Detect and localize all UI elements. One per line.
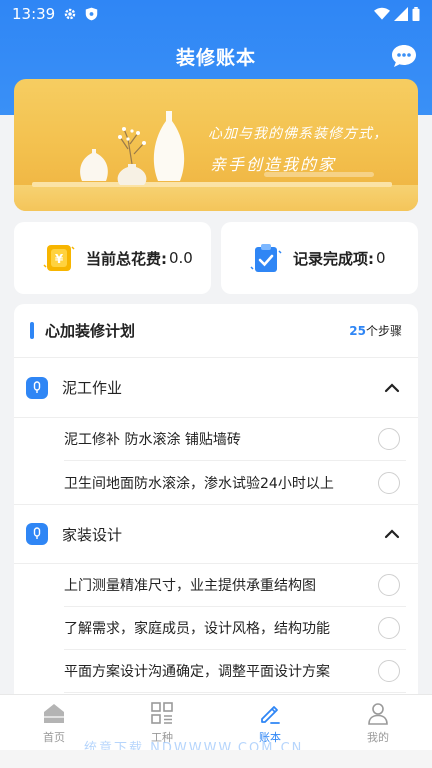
tab-label: 我的: [367, 731, 389, 744]
records-value: 0: [376, 249, 386, 267]
task-text: 泥工修补 防水滚涂 铺贴墙砖: [64, 432, 241, 448]
group-header-masonry[interactable]: 泥工作业: [14, 358, 418, 418]
plan-header: 心加装修计划 25个步骤: [14, 304, 418, 358]
task-checkbox[interactable]: [378, 574, 400, 596]
plan-step-count: 25个步骤: [349, 322, 402, 339]
page-title: 装修账本: [175, 46, 256, 69]
tab-profile[interactable]: 我的: [324, 695, 432, 750]
records-label: 记录完成项:: [293, 249, 374, 268]
task-item[interactable]: 了解需求，家庭成员，设计风格，结构功能: [64, 607, 406, 650]
task-item[interactable]: 平面方案设计沟通确定，调整平面设计方案: [64, 650, 406, 693]
total-spend-label: 当前总花费:: [86, 249, 167, 268]
shield-icon: [86, 7, 98, 21]
status-time: 13:39: [12, 5, 56, 23]
coin-yen-icon: ¥: [43, 245, 75, 271]
group-title: 泥工作业: [62, 379, 123, 397]
chevron-up-icon[interactable]: [384, 526, 400, 542]
task-checkbox[interactable]: [378, 428, 400, 450]
task-checkbox[interactable]: [378, 471, 400, 494]
task-checkbox[interactable]: [378, 617, 400, 639]
clipboard-check-icon: [250, 244, 282, 272]
task-checkbox[interactable]: [378, 660, 400, 682]
microphone-icon: [26, 523, 48, 545]
wifi-icon: [374, 7, 390, 20]
signal-icon: [394, 7, 408, 21]
group-title: 家装设计: [62, 525, 123, 544]
chat-bubble-icon[interactable]: [390, 42, 418, 70]
edit-pen-icon: [261, 706, 280, 724]
settings-gear-icon: [64, 8, 76, 20]
task-item[interactable]: 上门测量精准尺寸，业主提供承重结构图: [64, 564, 406, 607]
app-title-bar: 装修账本: [0, 36, 432, 76]
banner-line-1: 心加与我的佛系装修方式，: [208, 126, 388, 142]
group-header-design[interactable]: 家装设计: [14, 504, 418, 564]
plan-count-number: 25: [349, 324, 366, 338]
vases-illustration: [80, 111, 185, 185]
plan-title: 心加装修计划: [45, 322, 136, 340]
status-bar: 13:39: [0, 0, 432, 28]
banner-line-2: 亲手创造我的家: [210, 155, 337, 174]
task-text: 上门测量精准尺寸，业主提供承重结构图: [64, 578, 316, 594]
user-icon: [368, 703, 388, 725]
microphone-icon: [26, 376, 48, 399]
home-icon: [44, 704, 64, 723]
task-text: 了解需求，家庭成员，设计风格，结构功能: [64, 621, 330, 637]
plan-title-accent: [30, 322, 34, 339]
svg-text:¥: ¥: [55, 252, 64, 266]
plan-count-unit: 个步骤: [365, 324, 402, 338]
task-text: 平面方案设计沟通确定，调整平面设计方案: [64, 664, 330, 680]
total-spend-card[interactable]: ¥ 当前总花费: 0.0: [14, 222, 211, 294]
total-spend-value: 0.0: [169, 249, 193, 267]
chevron-up-icon[interactable]: [384, 380, 400, 396]
renovation-plan-card: 心加装修计划 25个步骤 泥工作业 泥工修补 防水滚涂 铺贴墙砖 卫生间地面防水…: [14, 304, 418, 704]
system-nav-strip: [0, 750, 432, 768]
task-text: 卫生间地面防水滚涂，渗水试验24小时以上: [64, 475, 334, 492]
battery-icon: [412, 7, 420, 21]
task-item[interactable]: 泥工修补 防水滚涂 铺贴墙砖: [64, 418, 406, 461]
promo-banner[interactable]: 心加与我的佛系装修方式， 亲手创造我的家: [14, 79, 418, 211]
task-item[interactable]: 卫生间地面防水滚涂，渗水试验24小时以上: [64, 461, 406, 504]
records-card[interactable]: 记录完成项: 0: [221, 222, 418, 294]
tab-label: 首页: [43, 731, 65, 744]
grid-list-icon: [151, 702, 173, 724]
